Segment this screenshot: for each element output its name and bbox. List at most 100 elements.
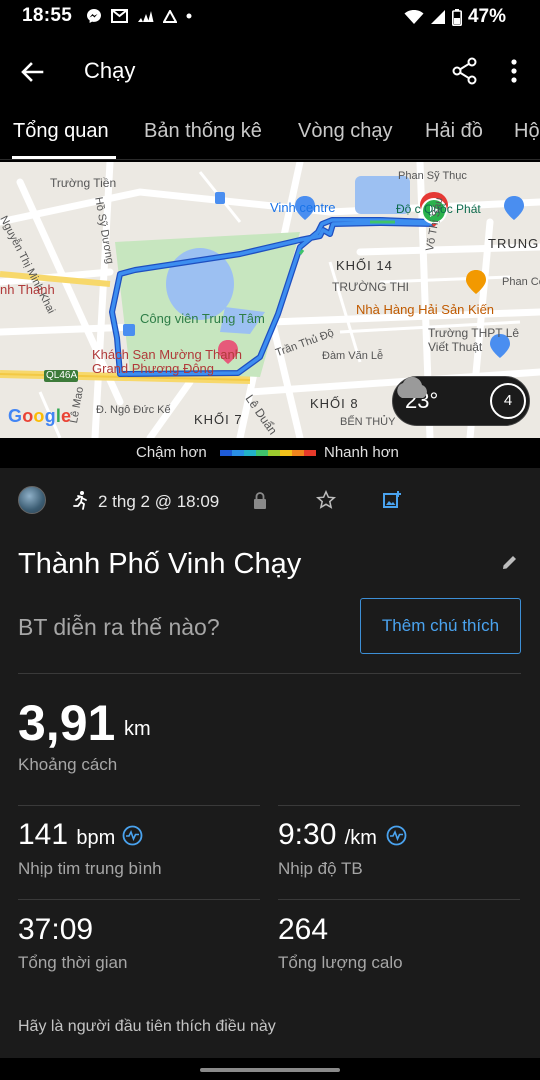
- dot-icon: [186, 13, 192, 19]
- map-label: Vinh centre: [270, 200, 336, 215]
- app-icon: [163, 9, 177, 23]
- wifi-icon: [404, 10, 424, 24]
- map-label: TRUNG: [488, 236, 540, 251]
- calories-label: Tổng lượng calo: [278, 953, 403, 972]
- time-value: 37:09: [18, 913, 94, 946]
- pace-stat: 9:30 /km: [278, 818, 377, 852]
- status-time: 18:55: [22, 5, 73, 26]
- share-icon: [452, 57, 477, 85]
- arrow-back-icon: [21, 62, 44, 82]
- heart-rate-stat: 141 bpm: [18, 818, 115, 852]
- heart-rate-value: 141: [18, 818, 69, 851]
- distance-label: Khoảng cách: [18, 755, 118, 774]
- map-label: KHỐI 7: [194, 412, 243, 427]
- legend-swatch: [304, 450, 316, 456]
- feeling-prompt[interactable]: BT diễn ra thế nào?: [18, 614, 220, 641]
- tab-laps[interactable]: Vòng chạy: [298, 120, 393, 143]
- back-button[interactable]: [16, 56, 48, 88]
- google-logo: Google: [8, 406, 72, 426]
- edit-icon[interactable]: [500, 552, 520, 572]
- more-vert-icon: [511, 59, 517, 83]
- pace-value: 9:30: [278, 818, 337, 851]
- distance-value: 3,91: [18, 695, 116, 751]
- legend-swatch: [280, 450, 292, 456]
- heart-rate-info-icon[interactable]: [122, 825, 143, 846]
- running-icon: [73, 491, 87, 510]
- messenger-icon: [87, 9, 101, 23]
- tab-overview[interactable]: Tổng quan: [13, 120, 109, 143]
- notification-icons: [86, 8, 192, 24]
- pace-info-icon[interactable]: [386, 825, 407, 846]
- add-photo-icon[interactable]: [382, 490, 402, 510]
- activity-date: 2 thg 2 @ 18:09: [98, 492, 220, 511]
- legend-swatch: [220, 450, 232, 456]
- more-options-button[interactable]: [500, 56, 530, 86]
- cloud-icon: [397, 377, 427, 398]
- lock-icon[interactable]: [252, 491, 268, 511]
- page-title: Chạy: [84, 58, 136, 83]
- likes-prompt[interactable]: Hãy là người đầu tiên thích điều này: [18, 1018, 276, 1036]
- add-note-button[interactable]: Thêm chú thích: [360, 598, 521, 654]
- map-label: QL46A: [46, 370, 78, 381]
- map-label: Trường THPT Lê Viết Thuật: [428, 326, 520, 354]
- tab-indicator: [12, 156, 116, 159]
- legend-gradient: [220, 450, 316, 456]
- heart-rate-label: Nhịp tim trung bình: [18, 859, 162, 878]
- home-handle[interactable]: [200, 1068, 340, 1072]
- map-label: KHỐI 14: [336, 258, 393, 273]
- status-bar: 18:55 47%: [0, 0, 540, 34]
- pace-unit: /km: [344, 827, 377, 849]
- calories-value: 264: [278, 913, 329, 946]
- map-label: Nhà Hàng Hải Sản Kiến: [356, 302, 495, 317]
- map-label: nh Thanh: [0, 282, 55, 297]
- tab-bar: Tổng quan Bản thống kê Vòng chạy Hải đồ …: [0, 108, 540, 160]
- route-map[interactable]: Trường Tiền Nguyễn Thị Minh Khai Hồ Sỹ D…: [0, 162, 540, 438]
- time-label: Tổng thời gian: [18, 953, 128, 972]
- divider: [18, 673, 521, 674]
- map-label: Phan Sỹ Thục: [398, 170, 467, 182]
- heart-rate-unit: bpm: [76, 827, 116, 849]
- battery-percentage: 47%: [467, 6, 506, 27]
- app-bar: Chạy: [0, 34, 540, 108]
- map-label: BẾN THỦY: [340, 416, 396, 428]
- legend-faster-label: Nhanh hơn: [324, 444, 399, 461]
- legend-swatch: [256, 450, 268, 456]
- tab-more[interactable]: Hộ: [514, 120, 540, 143]
- avatar[interactable]: [18, 486, 46, 514]
- divider: [278, 899, 520, 900]
- legend-slower-label: Chậm hơn: [136, 444, 207, 461]
- map-label: Công viên Trung Tâm: [140, 311, 265, 326]
- signal-icon: [430, 10, 445, 24]
- map-label: TRƯỜNG THI: [332, 280, 409, 294]
- divider: [18, 805, 260, 806]
- weather-widget[interactable]: 23° 4: [392, 376, 530, 426]
- legend-swatch: [268, 450, 280, 456]
- adidas-icon: [138, 10, 154, 22]
- tab-chart[interactable]: Hải đồ: [425, 120, 483, 143]
- share-button[interactable]: [450, 56, 480, 86]
- map-label: Khách Sạn Mường Thanh Grand Phương Đông: [92, 347, 242, 376]
- map-label: Phan Cô: [502, 276, 540, 288]
- activity-title: Thành Phố Vinh Chạy: [18, 548, 302, 580]
- tab-stats[interactable]: Bản thống kê: [144, 120, 262, 143]
- star-icon[interactable]: [316, 490, 336, 510]
- activity-summary: 2 thg 2 @ 18:09 Thành Phố Vinh Chạy BT d…: [0, 468, 540, 1058]
- distance-unit: km: [124, 718, 151, 740]
- gmail-icon: [111, 9, 128, 23]
- divider: [278, 805, 520, 806]
- legend-swatch: [292, 450, 304, 456]
- activity-meta: 2 thg 2 @ 18:09: [0, 482, 540, 522]
- system-nav-bar: [0, 1058, 540, 1080]
- map-label: KHỐI 8: [310, 396, 359, 411]
- legend-swatch: [244, 450, 256, 456]
- divider: [18, 899, 260, 900]
- pace-label: Nhịp độ TB: [278, 859, 363, 878]
- map-label: Đ. Ngô Đức Kế: [96, 404, 171, 416]
- map-label: Trường Tiền: [50, 176, 117, 190]
- legend-swatch: [232, 450, 244, 456]
- battery-icon: [451, 8, 462, 26]
- pace-legend: Chậm hơn Nhanh hơn: [0, 438, 540, 468]
- wind-speed: 4: [490, 383, 526, 419]
- system-icons: 47%: [404, 6, 506, 28]
- map-label: Đàm Văn Lễ: [322, 350, 384, 362]
